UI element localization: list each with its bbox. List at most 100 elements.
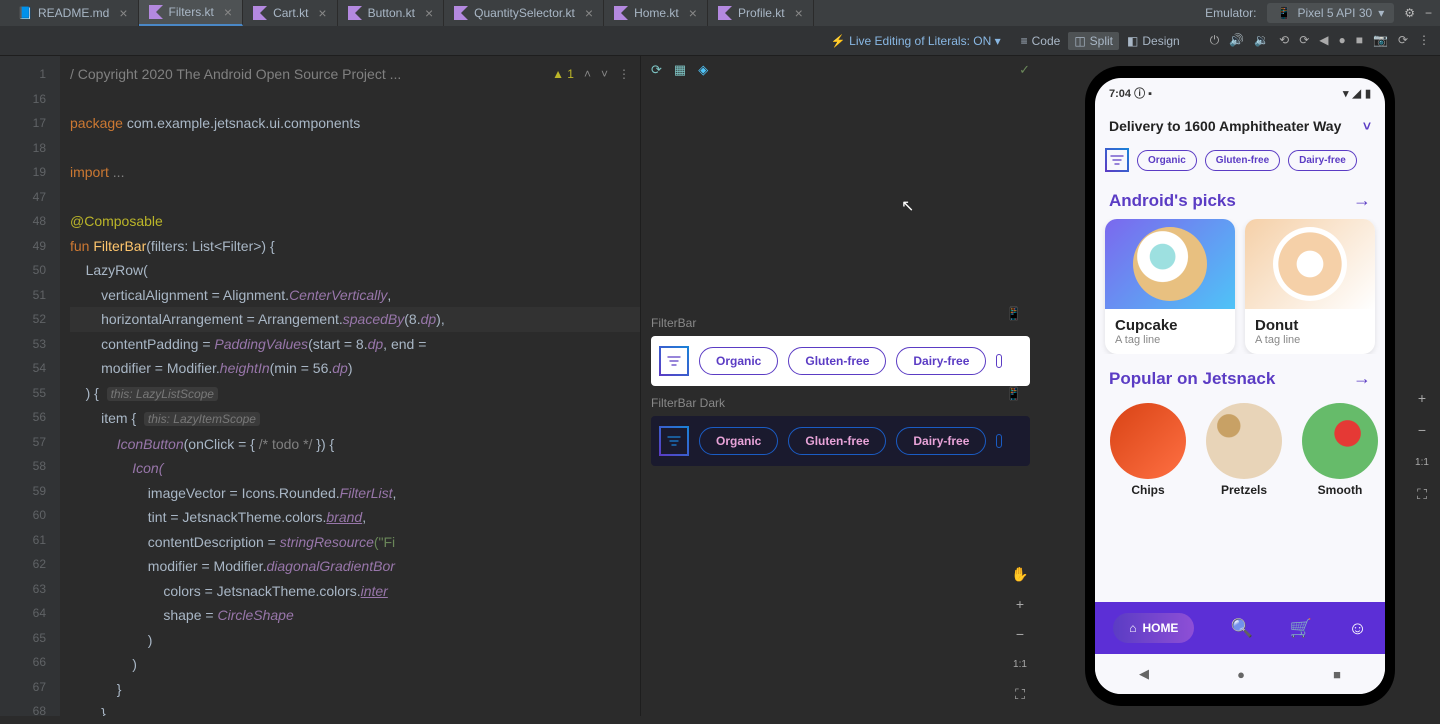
layers-icon[interactable]: ◈: [698, 62, 708, 78]
close-icon[interactable]: ×: [425, 5, 433, 21]
view-mode-group: ≡ Code ◫ Split ◧ Design: [1015, 32, 1186, 50]
filter-chip[interactable]: Dairy-free: [896, 427, 986, 455]
volume-down-icon[interactable]: 🔉: [1254, 33, 1269, 48]
tab-profile[interactable]: Profile.kt×: [708, 0, 814, 26]
filter-chip[interactable]: [996, 354, 1002, 368]
pan-icon[interactable]: ✋: [1008, 562, 1032, 586]
live-edit-toggle[interactable]: ⚡ Live Editing of Literals: ON ▾: [831, 34, 1001, 48]
cart-icon[interactable]: 🛒: [1290, 618, 1312, 639]
filter-list-icon[interactable]: [1105, 148, 1129, 172]
arrow-right-icon[interactable]: →: [1353, 368, 1371, 389]
fullscreen-icon[interactable]: ⛶: [1008, 682, 1032, 706]
filter-chip[interactable]: [996, 434, 1002, 448]
home-button[interactable]: ●: [1237, 667, 1245, 682]
emulator-device-select[interactable]: 📱 Pixel 5 API 30 ▾: [1267, 3, 1395, 23]
more-icon[interactable]: ⋮: [618, 62, 630, 87]
zoom-in-button[interactable]: +: [1008, 592, 1032, 616]
profile-icon[interactable]: ☺: [1348, 618, 1366, 639]
filter-chip[interactable]: Gluten-free: [788, 347, 886, 375]
warning-indicator[interactable]: ▲ 1: [552, 62, 574, 87]
close-icon[interactable]: ×: [689, 5, 697, 21]
refresh-icon[interactable]: ⟳: [651, 62, 662, 78]
camera-icon[interactable]: 📷: [1373, 33, 1388, 48]
cursor-icon: ↖: [901, 196, 914, 216]
tab-home[interactable]: Home.kt×: [604, 0, 708, 26]
pretzel-image: [1206, 403, 1282, 479]
zoom-out-button[interactable]: −: [1410, 418, 1434, 442]
phone-icon: 📱: [1277, 6, 1292, 20]
overview-button[interactable]: ■: [1333, 667, 1341, 682]
nav-home-button[interactable]: ⌂HOME: [1113, 613, 1194, 643]
chevron-up-icon[interactable]: ˄: [584, 62, 591, 87]
snack-card[interactable]: CupcakeA tag line: [1105, 219, 1235, 354]
code-editor[interactable]: ▲ 1 ˄ ˅ ⋮ / Copyright 2020 The Android O…: [60, 56, 640, 716]
preview-label-light: FilterBar: [651, 316, 1030, 330]
kotlin-icon: [454, 6, 468, 20]
filter-chip[interactable]: Organic: [699, 427, 778, 455]
deploy-icon[interactable]: 📱: [1006, 386, 1022, 402]
zoom-out-button[interactable]: −: [1008, 622, 1032, 646]
snack-item[interactable]: Smooth: [1297, 403, 1383, 497]
filter-chip[interactable]: Gluten-free: [1205, 150, 1280, 171]
tab-button[interactable]: Button.kt×: [338, 0, 445, 26]
filter-chip[interactable]: Dairy-free: [1288, 150, 1357, 171]
tab-cart[interactable]: Cart.kt×: [243, 0, 338, 26]
rotate-right-icon[interactable]: ⟳: [1299, 33, 1309, 48]
view-code-button[interactable]: ≡ Code: [1015, 32, 1067, 50]
close-icon[interactable]: ×: [795, 5, 803, 21]
snack-item[interactable]: Pretzels: [1201, 403, 1287, 497]
zoom-fit-button[interactable]: 1:1: [1008, 652, 1032, 676]
tab-quantity[interactable]: QuantitySelector.kt×: [444, 0, 604, 26]
file-tabs: 📘README.md× Filters.kt× Cart.kt× Button.…: [8, 0, 1205, 26]
filter-chip[interactable]: Organic: [699, 347, 778, 375]
debug-icon: ▪: [1148, 88, 1152, 100]
home-icon[interactable]: ●: [1338, 33, 1345, 48]
filter-chip[interactable]: Gluten-free: [788, 427, 886, 455]
chevron-down-icon[interactable]: ˅: [601, 62, 608, 87]
deploy-icon[interactable]: 📱: [1006, 306, 1022, 322]
close-icon[interactable]: ×: [585, 5, 593, 21]
filter-chip[interactable]: Dairy-free: [896, 347, 986, 375]
info-icon: ⓘ: [1134, 88, 1145, 100]
view-split-button[interactable]: ◫ Split: [1068, 32, 1119, 50]
overview-icon[interactable]: ■: [1356, 33, 1363, 48]
back-button[interactable]: ◀: [1139, 666, 1149, 682]
section-header: Android's picks →: [1095, 176, 1385, 219]
interactive-icon[interactable]: ▦: [674, 62, 686, 78]
delivery-header[interactable]: Delivery to 1600 Amphitheater Way ˅: [1095, 108, 1385, 144]
kotlin-icon: [149, 5, 163, 19]
close-icon[interactable]: ×: [318, 5, 326, 21]
preview-zoom-controls: ✋ + − 1:1 ⛶: [1008, 562, 1032, 706]
snack-card[interactable]: DonutA tag line: [1245, 219, 1375, 354]
close-icon[interactable]: ×: [224, 4, 232, 20]
tab-readme[interactable]: 📘README.md×: [8, 0, 139, 26]
snack-item[interactable]: Chips: [1105, 403, 1191, 497]
arrow-right-icon[interactable]: →: [1353, 190, 1371, 211]
app-filterbar: Organic Gluten-free Dairy-free: [1095, 144, 1385, 176]
back-icon[interactable]: ◀: [1319, 33, 1328, 48]
fullscreen-icon[interactable]: ⛶: [1410, 482, 1434, 506]
filter-list-icon[interactable]: [659, 346, 689, 376]
snack-row: Chips Pretzels Smooth: [1095, 397, 1385, 503]
volume-up-icon[interactable]: 🔊: [1229, 33, 1244, 48]
more-icon[interactable]: ⋮: [1418, 33, 1430, 48]
device-screen[interactable]: 7:04 ⓘ ▪ ▾◢▮ Delivery to 1600 Amphitheat…: [1095, 78, 1385, 694]
minimize-icon[interactable]: −: [1425, 6, 1432, 20]
tab-filters[interactable]: Filters.kt×: [139, 0, 244, 26]
search-icon[interactable]: 🔍: [1231, 618, 1253, 639]
compose-preview-pane: ⟳ ▦ ◈ ↖ ✓ FilterBar 📱 Organic Gluten-fre…: [640, 56, 1040, 716]
zoom-in-button[interactable]: +: [1410, 386, 1434, 410]
reload-icon[interactable]: ⟳: [1398, 33, 1408, 48]
cards-row: CupcakeA tag line DonutA tag line: [1095, 219, 1385, 354]
filter-list-icon[interactable]: [659, 426, 689, 456]
zoom-fit-button[interactable]: 1:1: [1410, 450, 1434, 474]
line-gutter: 1161718194748495051525354555657585960616…: [0, 56, 60, 716]
gear-icon[interactable]: ⚙: [1404, 6, 1415, 20]
power-icon[interactable]: ⏻: [1210, 33, 1220, 48]
filter-chip[interactable]: Organic: [1137, 150, 1197, 171]
close-icon[interactable]: ×: [119, 5, 127, 21]
kotlin-icon: [253, 6, 267, 20]
view-design-button[interactable]: ◧ Design: [1121, 32, 1186, 50]
rotate-left-icon[interactable]: ⟲: [1279, 33, 1289, 48]
checkmark-icon: ✓: [1019, 62, 1030, 78]
